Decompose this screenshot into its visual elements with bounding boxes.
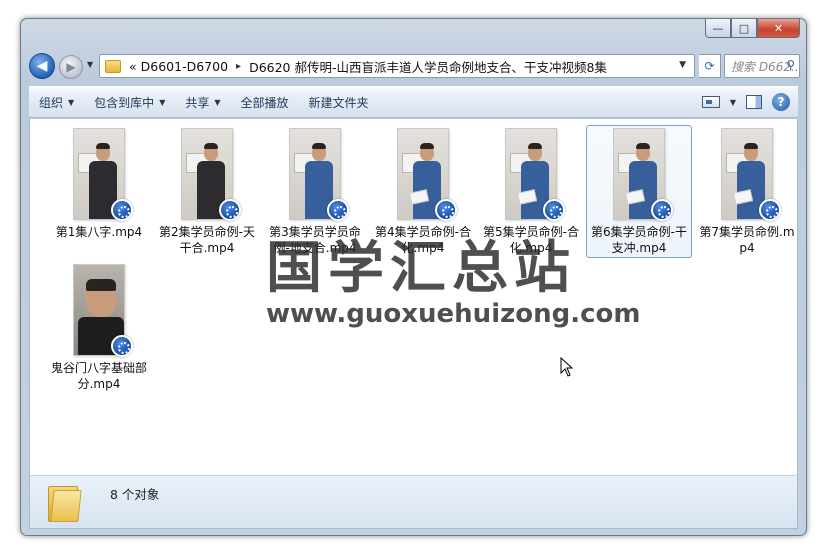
chevron-down-icon[interactable]: ▼ [730,98,736,107]
forward-arrow-icon: ▶ [66,60,76,74]
file-grid: 第1集八字.mp4 第2集学员命例-天干合.mp4 第3集学员学员命例-地支合.mp… [30,119,797,475]
include-in-library-menu[interactable]: 包含到库中 ▼ [84,87,175,117]
share-menu[interactable]: 共享 ▼ [175,87,230,117]
folder-icon [105,59,121,73]
breadcrumb-item[interactable]: D6601-D6700 [139,59,230,74]
back-button[interactable]: ◀ [29,53,55,79]
preview-pane-icon[interactable] [746,95,762,109]
file-name: 第7集学员命例.mp4 [699,225,795,255]
details-pane: 8 个对象 [29,475,798,529]
file-name: 第2集学员命例-天干合.mp4 [159,225,255,255]
file-name: 第6集学员命例-干支冲.mp4 [591,225,687,255]
recent-pages-dropdown[interactable]: ▼ [87,60,93,69]
minimize-button[interactable]: — [705,19,731,38]
file-name: 第4集学员命例-合化.mp4 [375,225,471,255]
share-label: 共享 [185,95,210,110]
chevron-down-icon: ▼ [214,97,221,107]
file-name: 第1集八字.mp4 [55,225,143,239]
file-item[interactable]: 第4集学员命例-合化.mp4 [370,125,476,258]
file-name: 鬼谷门八字基础部分.mp4 [50,361,147,391]
explorer-window: — □ ✕ ◀ ▶ ▼ « D6601-D6700 ▸ D6620 郝传明-山西… [20,18,807,536]
media-player-icon [327,199,349,221]
help-icon[interactable]: ? [772,93,790,111]
address-bar[interactable]: « D6601-D6700 ▸ D6620 郝传明-山西盲派丰道人学员命例地支合… [99,54,695,78]
change-view-icon[interactable] [701,96,720,108]
command-bar: 组织 ▼ 包含到库中 ▼ 共享 ▼ 全部播放 新建文件夹 ▼ ? [29,86,798,118]
play-all-button[interactable]: 全部播放 [231,87,299,117]
breadcrumb-item[interactable]: D6620 郝传明-山西盲派丰道人学员命例地支合、干支冲视频8集 [247,57,609,76]
chevron-down-icon: ▼ [159,97,166,107]
search-icon[interactable]: ⚲ [786,58,795,72]
mouse-cursor-icon [560,357,574,377]
refresh-icon: ⟳ [704,59,715,73]
caption-buttons: — □ ✕ [705,19,800,39]
play-all-label: 全部播放 [240,95,289,110]
address-dropdown-icon[interactable]: ▼ [679,60,686,70]
navigation-bar: ◀ ▶ ▼ « D6601-D6700 ▸ D6620 郝传明-山西盲派丰道人学… [29,51,800,81]
item-count: 8 个对象 [110,487,160,502]
chevron-down-icon: ▼ [68,97,75,107]
file-name: 第3集学员学员命例-地支合.mp4 [269,225,361,255]
media-player-icon [435,199,457,221]
media-player-icon [111,199,133,221]
file-item[interactable]: 第6集学员命例-干支冲.mp4 [586,125,692,258]
folder-icon [48,482,82,522]
file-name: 第5集学员命例-合化.mp4 [483,225,579,255]
back-arrow-icon: ◀ [36,58,48,74]
file-item[interactable]: 第5集学员命例-合化.mp4 [478,125,584,258]
media-player-icon [651,199,673,221]
new-folder-button[interactable]: 新建文件夹 [299,87,379,117]
address-overflow[interactable]: « [127,59,139,74]
organize-menu[interactable]: 组织 ▼ [29,87,84,117]
close-button[interactable]: ✕ [757,19,800,38]
maximize-button[interactable]: □ [731,19,757,38]
file-item[interactable]: 第2集学员命例-天干合.mp4 [154,125,260,258]
media-player-icon [219,199,241,221]
refresh-button[interactable]: ⟳ [699,54,721,78]
search-input[interactable]: 搜索 D662... ⚲ [724,54,800,78]
file-item[interactable]: 鬼谷门八字基础部分.mp4 [46,261,152,394]
media-player-icon [759,199,781,221]
media-player-icon [111,335,133,357]
include-in-library-label: 包含到库中 [94,95,155,110]
file-item[interactable]: 第7集学员命例.mp4 [694,125,800,258]
organize-label: 组织 [39,95,64,110]
file-item[interactable]: 第3集学员学员命例-地支合.mp4 [262,125,368,258]
forward-button[interactable]: ▶ [59,55,83,79]
new-folder-label: 新建文件夹 [308,95,369,110]
file-list-pane[interactable]: 第1集八字.mp4 第2集学员命例-天干合.mp4 第3集学员学员命例-地支合.mp… [29,119,798,475]
media-player-icon [543,199,565,221]
file-item[interactable]: 第1集八字.mp4 [46,125,152,258]
breadcrumb-separator-icon[interactable]: ▸ [236,61,241,72]
